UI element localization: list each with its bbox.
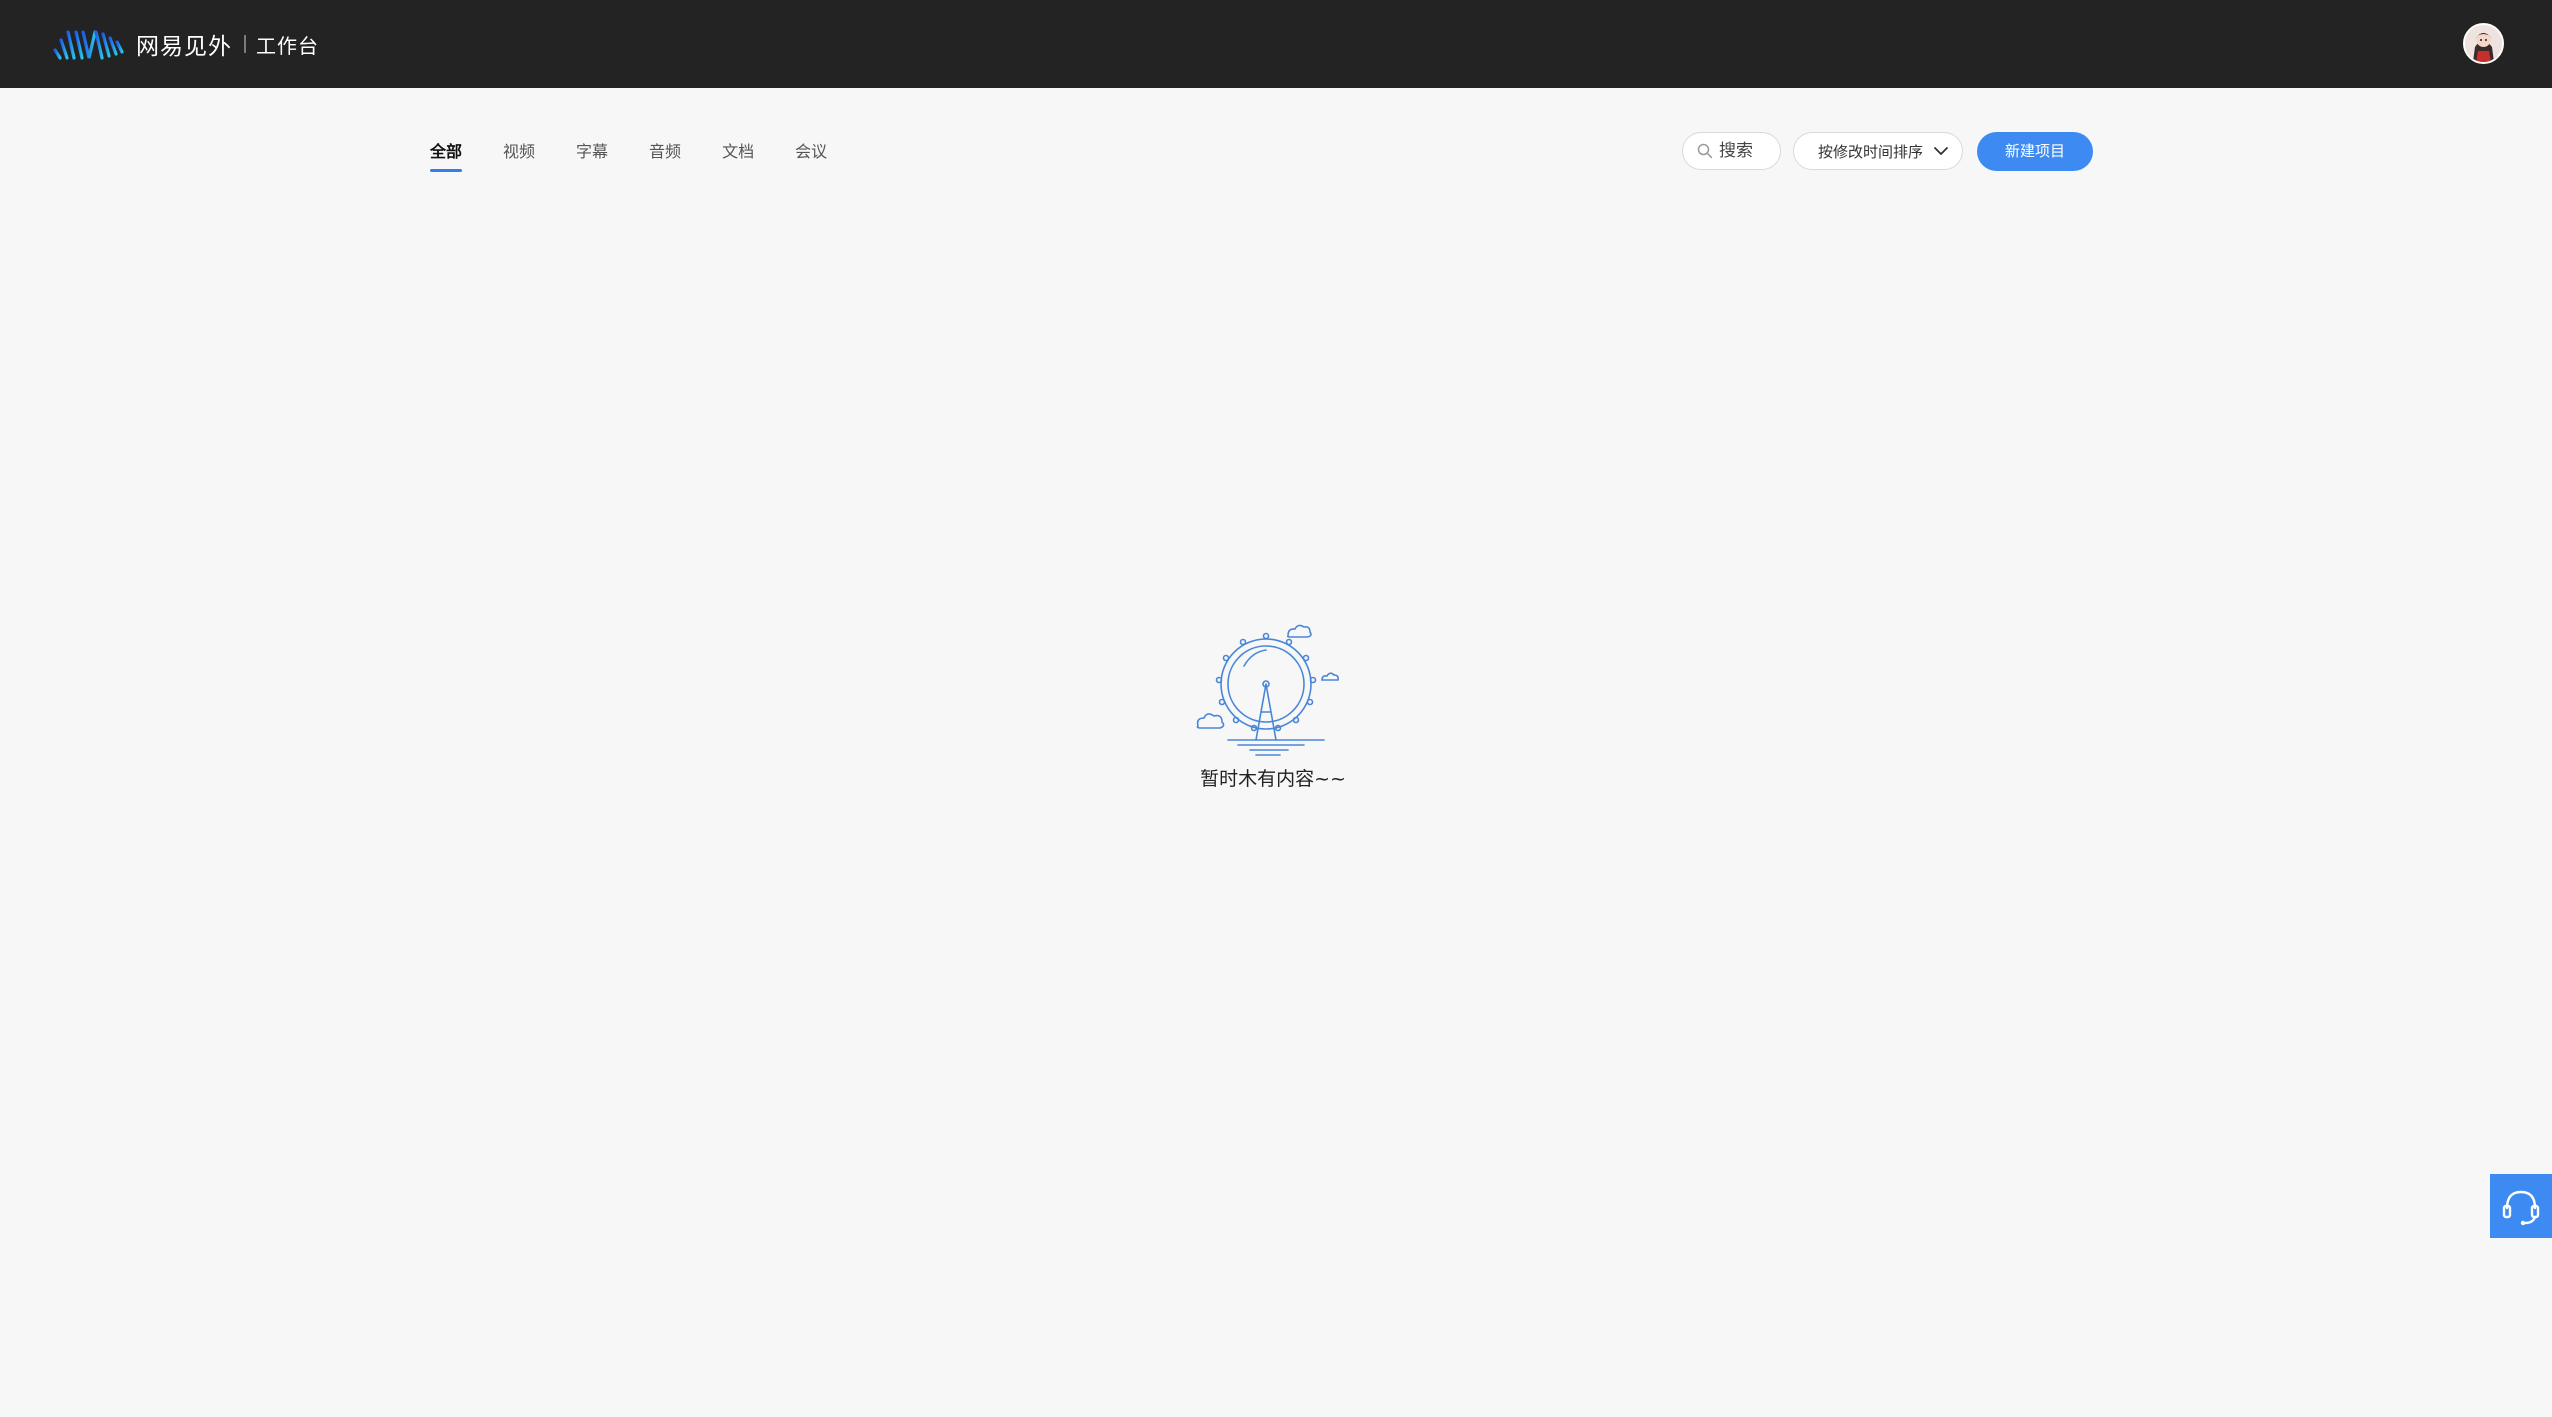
empty-state: 暂时木有内容~~ (1176, 622, 1376, 791)
sort-dropdown[interactable]: 按修改时间排序 (1793, 132, 1963, 170)
category-tabs: 全部 视频 字幕 音频 文档 会议 (430, 140, 868, 176)
brand-name: 网易见外 (136, 34, 232, 60)
search-input[interactable] (1719, 141, 1775, 161)
empty-state-text: 暂时木有内容~~ (1200, 768, 1346, 790)
new-project-button[interactable]: 新建项目 (1977, 132, 2093, 171)
tab-document[interactable]: 文档 (722, 140, 754, 176)
headset-icon (2502, 1190, 2540, 1226)
chevron-down-icon (1934, 147, 1948, 155)
sort-label: 按修改时间排序 (1818, 142, 1924, 161)
customer-support-button[interactable] (2490, 1174, 2552, 1238)
search-icon (1697, 143, 1713, 159)
brand-divider (244, 35, 246, 53)
brand[interactable]: 网易见外 工作台 (52, 22, 319, 66)
tab-video[interactable]: 视频 (503, 140, 535, 176)
search-box[interactable] (1682, 132, 1781, 170)
tab-all[interactable]: 全部 (430, 140, 463, 176)
workspace-title: 工作台 (256, 33, 319, 58)
tab-audio[interactable]: 音频 (649, 140, 681, 176)
avatar-icon (2465, 25, 2502, 62)
user-avatar[interactable] (2463, 23, 2504, 64)
tab-meeting[interactable]: 会议 (795, 140, 827, 176)
top-bar: 网易见外 工作台 (0, 0, 2552, 88)
netease-jianwai-logo-icon (53, 30, 124, 60)
ferris-wheel-icon (1196, 624, 1339, 756)
tab-subtitle[interactable]: 字幕 (576, 140, 608, 176)
